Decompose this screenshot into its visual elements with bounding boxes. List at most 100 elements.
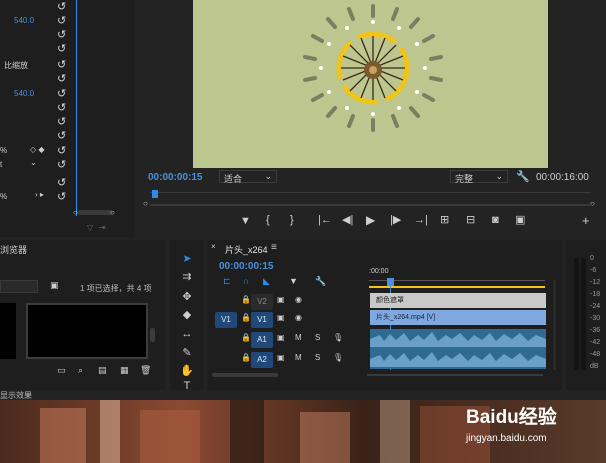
sync-lock-icon[interactable]: ▣ — [277, 353, 285, 362]
eye-icon[interactable]: ◉ — [295, 313, 302, 322]
reset-icon[interactable]: ↺ — [57, 14, 66, 27]
timeline-playhead-handle[interactable] — [387, 278, 394, 286]
track-target-toggle[interactable]: A1 — [251, 332, 273, 348]
panel-menu-icon[interactable]: ≡ — [271, 242, 277, 253]
export-frame-icon[interactable]: ⇥ — [99, 224, 106, 232]
filter-icon[interactable]: ▽ — [87, 224, 93, 232]
keyframe-nav-icon[interactable]: ◇ ◆ — [30, 146, 45, 154]
razor-tool-icon[interactable]: ◆ — [180, 308, 194, 322]
ripple-edit-tool-icon[interactable]: ✥ — [180, 290, 194, 304]
media-thumbnail[interactable] — [0, 303, 16, 359]
position-value[interactable]: 540.0 — [14, 16, 34, 25]
source-patch-v1[interactable]: V1 — [215, 312, 237, 328]
reset-icon[interactable]: ↺ — [57, 72, 66, 85]
reset-icon[interactable]: ↺ — [57, 58, 66, 71]
zoom-select[interactable]: 适合 ⌄ — [219, 170, 277, 184]
selection-tool-icon[interactable]: ➤ — [180, 252, 194, 266]
dropdown-chevron-icon[interactable]: ⌄ — [30, 159, 37, 167]
lock-icon[interactable]: 🔒 — [241, 313, 251, 322]
camera-icon[interactable]: ◙ — [492, 215, 499, 226]
wrench-icon[interactable]: 🔧 — [516, 172, 530, 183]
clip-v1[interactable]: 片头_x264.mp4 [V] — [370, 310, 546, 325]
play-icon[interactable]: ▶ — [366, 214, 375, 226]
scrollbar-handle-icon[interactable]: ○ — [590, 200, 595, 208]
lift-icon[interactable]: ⊞ — [440, 215, 449, 226]
reset-icon[interactable]: ↺ — [57, 115, 66, 128]
sync-lock-icon[interactable]: ▣ — [277, 313, 285, 322]
microphone-icon[interactable]: 🎙 — [333, 353, 343, 362]
step-forward-icon[interactable]: |▶ — [390, 215, 401, 226]
reset-icon[interactable]: ↺ — [57, 190, 66, 203]
clip-audio[interactable] — [370, 329, 546, 369]
time-ruler[interactable] — [369, 280, 545, 281]
new-bin-icon[interactable]: ▤ — [98, 366, 107, 375]
reset-icon[interactable]: ↺ — [57, 101, 66, 114]
program-zoom-bar[interactable] — [150, 204, 590, 206]
panel-title[interactable]: 浏览器 — [0, 243, 27, 256]
add-button-icon[interactable]: + — [582, 214, 590, 227]
scrollbar-handle-icon[interactable]: ○ — [110, 209, 115, 217]
new-item-icon[interactable]: ▦ — [120, 366, 129, 375]
sequence-tab[interactable]: 片头_x264 — [225, 243, 268, 256]
list-view-icon[interactable]: ▭ — [57, 366, 66, 375]
mark-out-icon[interactable]: } — [290, 215, 294, 226]
lock-icon[interactable]: 🔒 — [241, 353, 251, 362]
mute-button[interactable]: M — [295, 353, 302, 362]
reset-icon[interactable]: ↺ — [57, 42, 66, 55]
fx-zoom-scrollbar[interactable] — [77, 210, 113, 215]
sync-lock-icon[interactable]: ▣ — [277, 333, 285, 342]
mute-button[interactable]: M — [295, 333, 302, 342]
reset-icon[interactable]: ↺ — [57, 144, 66, 157]
extract-icon[interactable]: ⊟ — [466, 215, 475, 226]
clip-v2[interactable]: 颜色遮罩 — [370, 293, 546, 308]
quality-select[interactable]: 完整 ⌄ — [450, 170, 508, 184]
track-select-tool-icon[interactable]: ⇉ — [180, 270, 194, 284]
add-marker-icon[interactable]: ▼ — [240, 216, 251, 227]
mark-in-icon[interactable]: { — [266, 215, 270, 226]
lock-icon[interactable]: 🔒 — [241, 333, 251, 342]
reset-icon[interactable]: ↺ — [57, 129, 66, 142]
reset-icon[interactable]: ↺ — [57, 158, 66, 171]
track-target-toggle[interactable]: A2 — [251, 352, 273, 368]
work-area-bar[interactable] — [369, 286, 545, 288]
wrench-icon[interactable]: 🔧 — [315, 277, 326, 286]
new-bin-icon[interactable]: ▣ — [50, 281, 59, 290]
slip-tool-icon[interactable]: ↔ — [180, 328, 194, 342]
compare-view-icon[interactable]: ▣ — [515, 215, 525, 226]
timeline-v-scrollbar[interactable] — [553, 280, 556, 370]
microphone-icon[interactable]: 🎙 — [333, 333, 343, 342]
step-back-icon[interactable]: ◀| — [342, 215, 353, 226]
playhead-timecode[interactable]: 00:00:00:15 — [148, 172, 202, 183]
scrollbar-handle-icon[interactable]: ○ — [143, 200, 148, 208]
program-playhead[interactable] — [152, 190, 158, 198]
add-marker-icon[interactable]: ◣ — [263, 277, 270, 286]
timeline-zoom-scrollbar[interactable] — [212, 373, 278, 377]
eye-icon[interactable]: ◉ — [295, 295, 302, 304]
scrollbar-handle-icon[interactable]: ○ — [73, 209, 78, 217]
reset-icon[interactable]: ↺ — [57, 0, 66, 13]
solo-button[interactable]: S — [315, 333, 320, 342]
lock-icon[interactable]: 🔒 — [241, 295, 251, 304]
anchor-value[interactable]: 540.0 — [14, 89, 34, 98]
solo-button[interactable]: S — [315, 353, 320, 362]
keyframe-arrow-icon[interactable]: › ▸ — [35, 191, 44, 199]
reset-icon[interactable]: ↺ — [57, 176, 66, 189]
snap-icon[interactable]: ⊏ — [223, 277, 231, 286]
timeline-timecode[interactable]: 00:00:00:15 — [219, 261, 273, 272]
go-to-in-icon[interactable]: |← — [318, 215, 332, 226]
fx-playhead[interactable] — [76, 0, 77, 216]
sync-lock-icon[interactable]: ▣ — [277, 295, 285, 304]
pen-tool-icon[interactable]: ✎ — [180, 346, 194, 360]
trash-icon[interactable]: 🗑 — [140, 366, 151, 375]
track-target-toggle[interactable]: V2 — [251, 294, 273, 310]
hand-tool-icon[interactable]: ✋ — [180, 364, 194, 378]
program-video-frame[interactable] — [193, 0, 548, 168]
marker-icon[interactable]: ▼ — [289, 277, 298, 286]
find-icon[interactable]: ⌕ — [78, 366, 83, 375]
project-scrollbar[interactable] — [150, 328, 155, 342]
close-icon[interactable]: × — [211, 243, 216, 251]
program-time-ruler[interactable] — [150, 192, 591, 193]
linked-selection-icon[interactable]: ∩ — [243, 277, 249, 286]
reset-icon[interactable]: ↺ — [57, 87, 66, 100]
reset-icon[interactable]: ↺ — [57, 28, 66, 41]
